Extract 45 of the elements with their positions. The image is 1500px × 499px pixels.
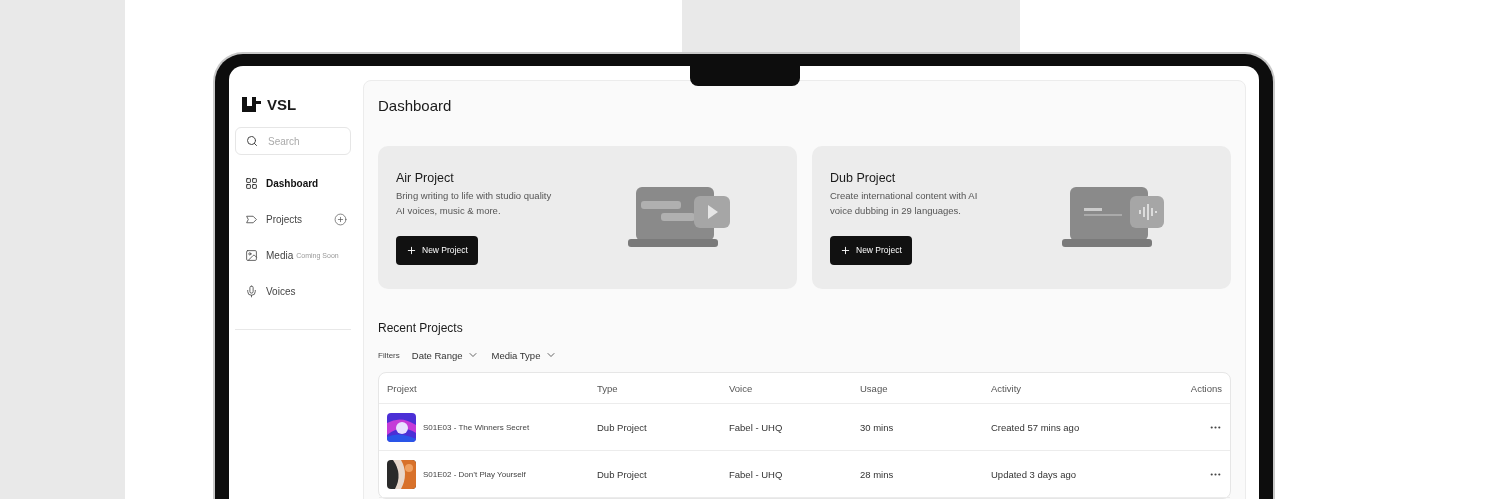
search-input[interactable]: Search <box>266 134 340 148</box>
section-title: Recent Projects <box>378 321 464 335</box>
project-name: S01E03 - The Winners Secret <box>423 422 530 432</box>
card-title: Air Project <box>396 170 455 185</box>
column-header: Actions <box>1189 382 1222 394</box>
filter-dropdown[interactable]: Media Type <box>491 349 558 361</box>
filters-label: Filters <box>378 350 400 360</box>
nav-item[interactable]: Voices <box>235 273 351 309</box>
column-header: Voice <box>729 382 754 394</box>
card-description: Create international content with AI voice dubbing in 29 languages. <box>830 188 979 218</box>
page-title: Dashboard <box>378 97 453 114</box>
nav-label: Dashboard <box>266 177 319 189</box>
new-project-button[interactable]: New Project <box>830 235 912 265</box>
search-field[interactable]: Search <box>235 127 351 155</box>
image-icon <box>245 248 258 262</box>
column-header: Projext <box>387 382 418 394</box>
plus-icon <box>840 244 851 256</box>
table-cell-text: 28 mins <box>860 468 895 480</box>
table-cell-text: 30 mins <box>860 421 895 433</box>
table-cell-text: Fabel - UHQ <box>729 468 784 480</box>
microphone-icon <box>245 284 258 298</box>
table-cell-text: Updated 3 days ago <box>991 468 1078 480</box>
nav-label: Projects <box>266 213 303 225</box>
nav-label: Voices <box>266 285 296 297</box>
search-icon <box>246 135 258 147</box>
nav-label: Media <box>266 249 294 261</box>
table-cell-text: Created 57 mins ago <box>991 421 1081 433</box>
table-cell-text: Fabel - UHQ <box>729 421 784 433</box>
filter-dropdown[interactable]: Date Range <box>411 349 480 361</box>
grid-icon <box>245 176 258 190</box>
brand-name: VSL <box>267 95 297 113</box>
new-project-button[interactable]: New Project <box>396 235 478 265</box>
column-header: Usage <box>860 382 889 394</box>
card-description: Bring writing to life with studio quality AI voices, music & more. <box>396 188 553 218</box>
table-cell-text: Dub Project <box>597 468 648 480</box>
column-header: Activity <box>991 382 1023 394</box>
project-name: S01E02 - Don’t Play Yourself <box>423 469 526 479</box>
card-title: Dub Project <box>830 170 897 185</box>
nav-item[interactable]: Projects <box>235 201 351 237</box>
nav-item[interactable]: Dashboard <box>235 165 351 201</box>
column-header: Type <box>597 382 619 394</box>
plus-icon <box>406 244 417 256</box>
table-cell-text: Dub Project <box>597 421 648 433</box>
add-button[interactable] <box>334 212 347 226</box>
logo-icon <box>242 96 261 112</box>
